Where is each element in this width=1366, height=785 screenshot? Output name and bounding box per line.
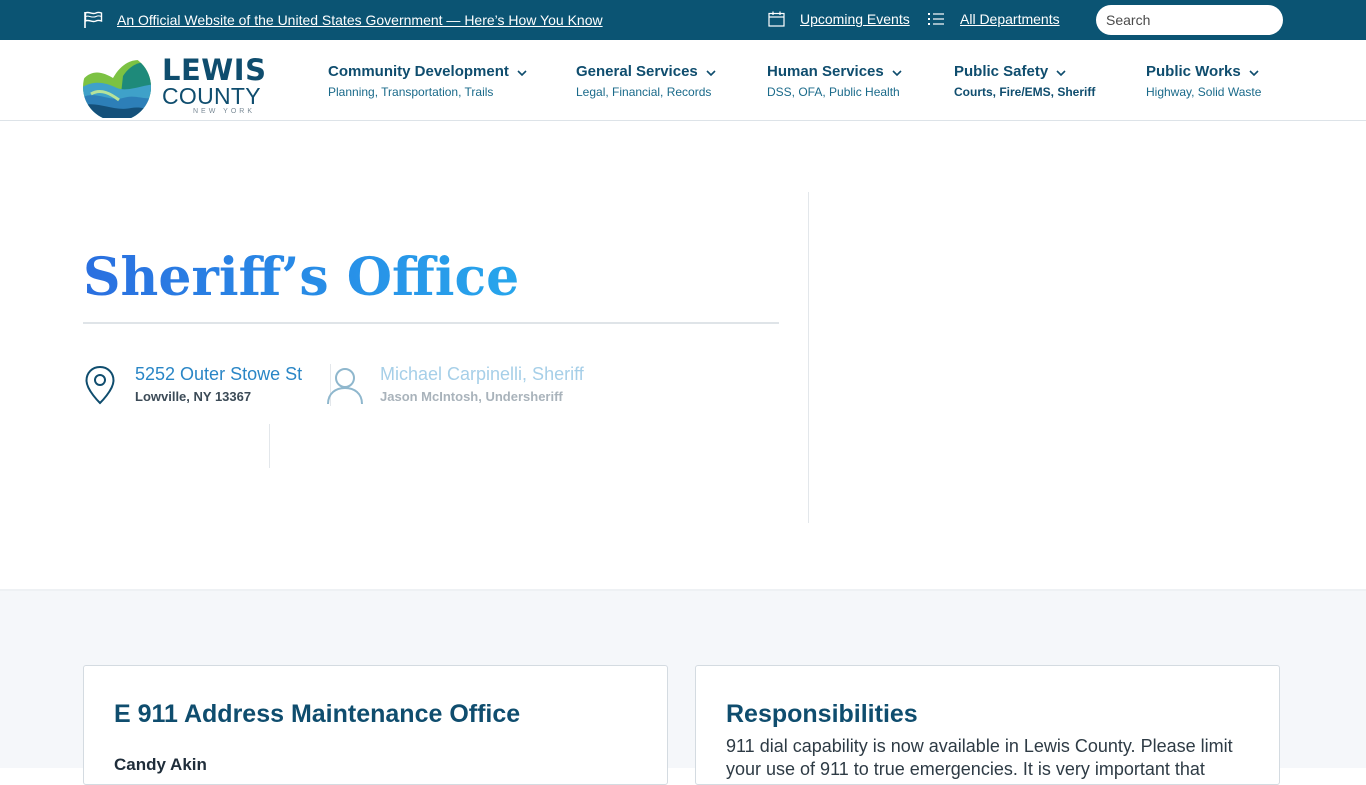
flag-icon — [84, 11, 103, 28]
chevron-down-icon — [706, 69, 716, 76]
address-block[interactable]: 5252 Outer Stowe St Lowville, NY 13367 — [84, 364, 302, 405]
upcoming-events-link-group[interactable]: Upcoming Events — [768, 11, 910, 27]
chevron-down-icon — [517, 69, 527, 76]
nav-sublabel: Legal, Financial, Records — [576, 85, 712, 99]
map-pin-icon — [85, 365, 115, 405]
nav-sublabel: Highway, Solid Waste — [1146, 85, 1262, 99]
page-title: Sheriff’s Office — [83, 247, 520, 308]
card-title: E 911 Address Maintenance Office — [114, 700, 521, 728]
nav-sublabel: Courts, Fire/EMS, Sheriff — [954, 85, 1096, 99]
list-icon — [928, 13, 944, 25]
nav-public-works[interactable]: Public Works Highway, Solid Waste — [1146, 63, 1261, 99]
nav-label: Public Works — [1146, 63, 1241, 80]
person-icon — [327, 368, 363, 405]
responsibilities-card: Responsibilities 911 dial capability is … — [695, 665, 1280, 785]
nav-human-services[interactable]: Human Services DSS, OFA, Public Health — [767, 63, 902, 99]
gov-banner-bar: An Official Website of the United States… — [0, 0, 1366, 40]
nav-sublabel: DSS, OFA, Public Health — [767, 85, 900, 99]
official-website-notice[interactable]: An Official Website of the United States… — [83, 11, 603, 29]
site-header: LEWIS COUNTY NEW YORK Community Developm… — [0, 40, 1366, 121]
sheriff-name: Michael Carpinelli, Sheriff — [380, 364, 584, 384]
logo-mark-icon — [83, 54, 151, 118]
address-street[interactable]: 5252 Outer Stowe St — [135, 364, 302, 385]
logo-wordmark-county: COUNTY — [162, 83, 261, 109]
contact-name: Candy Akin — [114, 755, 207, 774]
leadership-block: Michael Carpinelli, Sheriff Jason McInto… — [326, 364, 584, 405]
logo-wordmark-lewis: LEWIS — [162, 53, 267, 87]
all-departments-link-group[interactable]: All Departments — [928, 11, 1060, 27]
chevron-down-icon — [1056, 69, 1066, 76]
card-body-text: 911 dial capability is now available in … — [726, 736, 1233, 779]
nav-sublabel: Planning, Transportation, Trails — [328, 85, 494, 99]
nav-label: Human Services — [767, 63, 884, 80]
search-input[interactable] — [1096, 5, 1283, 35]
nav-label: General Services — [576, 63, 698, 80]
card-title: Responsibilities — [726, 700, 918, 728]
info-separator — [269, 424, 270, 468]
undersheriff-name: Jason McIntosh, Undersheriff — [380, 389, 563, 404]
hero-vertical-divider — [808, 192, 809, 523]
address-city: Lowville, NY 13367 — [135, 389, 252, 404]
calendar-icon — [768, 11, 785, 27]
county-logo[interactable]: LEWIS COUNTY NEW YORK — [83, 53, 273, 118]
logo-wordmark-state: NEW YORK — [193, 108, 255, 115]
nav-public-safety[interactable]: Public Safety Courts, Fire/EMS, Sheriff — [954, 63, 1095, 99]
chevron-down-icon — [892, 69, 902, 76]
department-hero: Sheriff’s Office 5252 Outer Stowe St Low… — [0, 121, 1366, 589]
nav-community-development[interactable]: Community Development Planning, Transpor… — [328, 63, 527, 99]
title-divider — [83, 322, 779, 324]
e911-office-card: E 911 Address Maintenance Office Candy A… — [83, 665, 668, 785]
all-departments-link[interactable]: All Departments — [960, 11, 1060, 27]
nav-label: Public Safety — [954, 63, 1049, 80]
nav-general-services[interactable]: General Services Legal, Financial, Recor… — [576, 63, 716, 99]
upcoming-events-link[interactable]: Upcoming Events — [800, 11, 910, 27]
chevron-down-icon — [1249, 69, 1259, 76]
nav-label: Community Development — [328, 63, 509, 80]
official-website-link[interactable]: An Official Website of the United States… — [117, 12, 603, 28]
details-section: E 911 Address Maintenance Office Candy A… — [0, 589, 1366, 785]
